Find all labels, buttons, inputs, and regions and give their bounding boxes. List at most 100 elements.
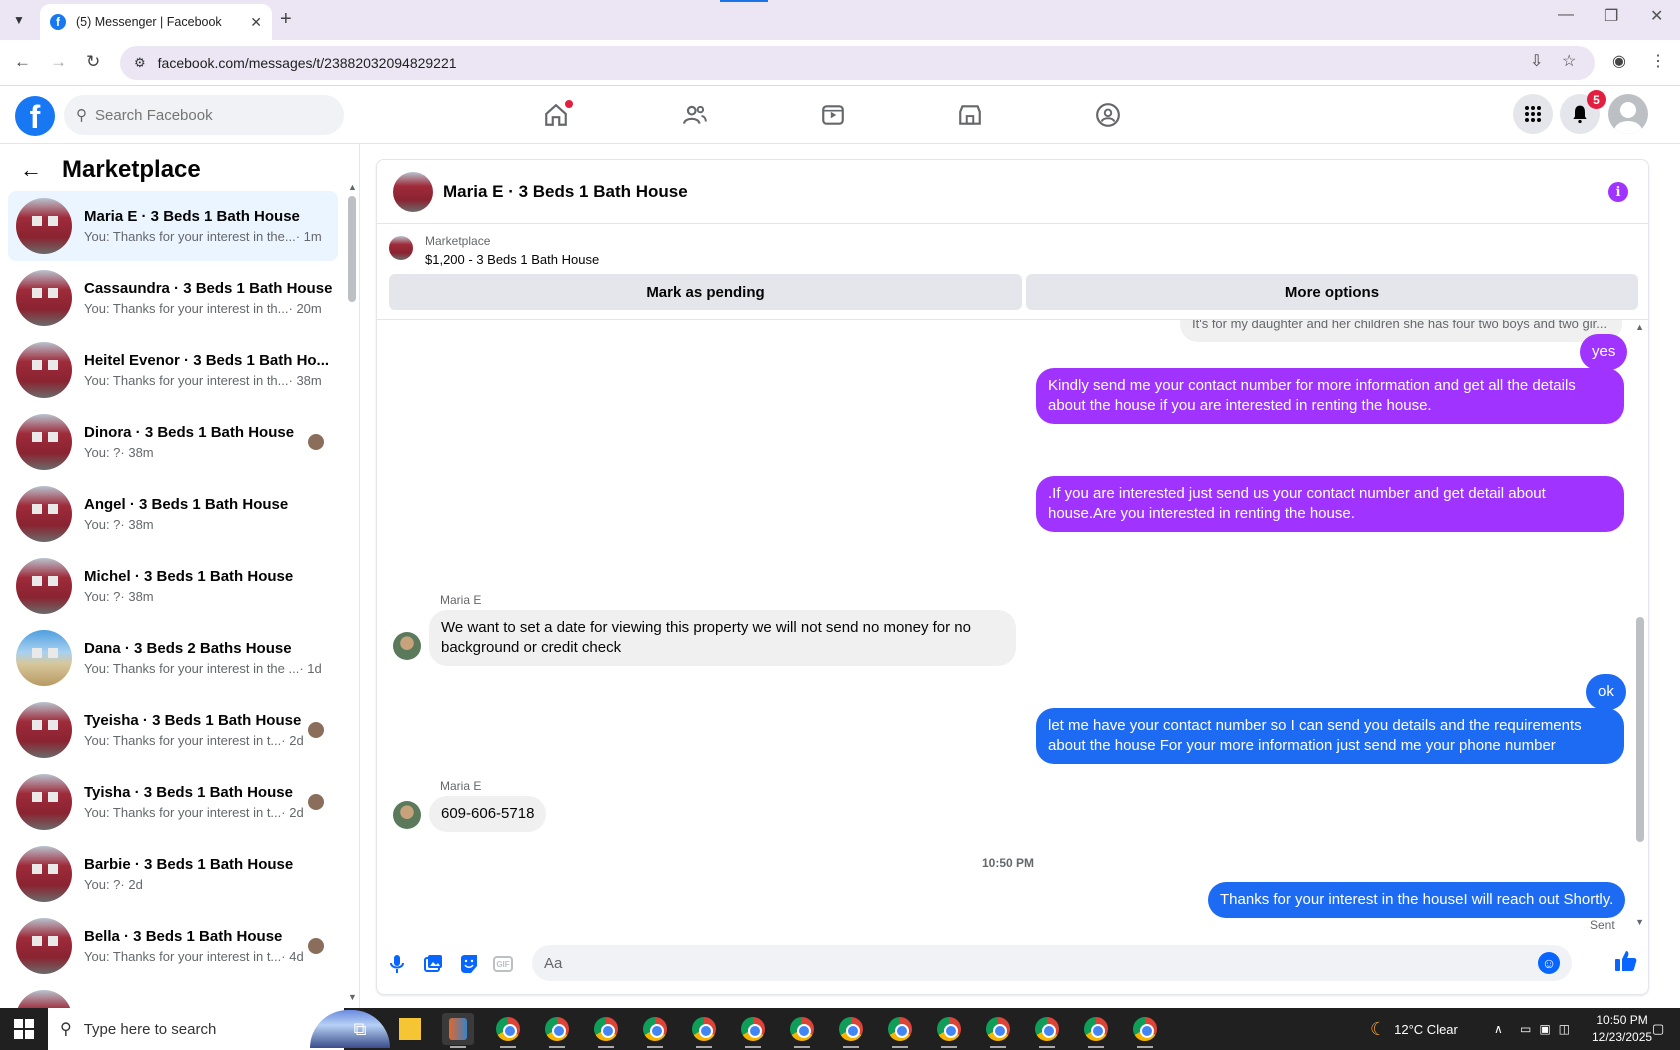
address-bar[interactable]: ⚙ facebook.com/messages/t/23882032094829… xyxy=(120,46,1595,80)
menu-grid-button[interactable] xyxy=(1513,94,1553,134)
left-scrollbar[interactable] xyxy=(348,196,356,302)
browser-tab-messenger[interactable]: f (5) Messenger | Facebook ✕ xyxy=(40,4,272,40)
listing-avatar[interactable] xyxy=(393,171,433,212)
chrome-window-icon[interactable] xyxy=(1129,1013,1161,1048)
info-icon[interactable]: i xyxy=(1608,182,1628,202)
message-input[interactable] xyxy=(544,954,1444,972)
conversation-item[interactable]: Heitel Evenor · 3 Beds 1 Bath Ho... You: … xyxy=(8,335,338,405)
conversation-item[interactable]: Maria E · 3 Beds 1 Bath House You: Thanks… xyxy=(8,191,338,261)
gif-icon[interactable]: GIF xyxy=(493,956,513,972)
sticker-icon[interactable] xyxy=(458,953,480,975)
chrome-window-icon[interactable] xyxy=(639,1013,671,1048)
marketplace-icon[interactable] xyxy=(955,100,985,130)
friends-icon[interactable] xyxy=(680,100,710,130)
back-arrow-icon[interactable]: ← xyxy=(14,52,31,72)
windows-start-icon[interactable] xyxy=(14,1019,34,1039)
open-app-indicator xyxy=(647,1046,663,1048)
chrome-window-icon[interactable] xyxy=(835,1013,867,1048)
chrome-window-icon[interactable] xyxy=(1031,1013,1063,1048)
weather-widget[interactable]: ☾ 12°C Clear xyxy=(1370,1008,1458,1050)
conversation-item[interactable]: Barbie · 3 Beds 1 Bath House You: ?· 2d xyxy=(8,839,338,909)
thumbs-up-like-icon[interactable] xyxy=(1614,949,1638,980)
conversation-name: Angel · 3 Beds 1 Bath House xyxy=(84,496,289,513)
restore-button[interactable]: ❐ xyxy=(1604,6,1618,26)
open-app-indicator xyxy=(1088,1046,1104,1048)
chrome-window-icon[interactable] xyxy=(541,1013,573,1048)
tab-search-chevron-icon[interactable]: ▼ xyxy=(8,9,30,31)
conversation-item[interactable]: Tyisha · 3 Beds 1 Bath House You: Thanks … xyxy=(8,767,338,837)
conversation-item[interactable]: Dana · 3 Beds 2 Baths House You: Thanks f… xyxy=(8,623,338,693)
photo-icon[interactable] xyxy=(422,953,444,975)
conversation-item[interactable]: Tyeisha · 3 Beds 1 Bath House You: Thanks… xyxy=(8,695,338,765)
conversation-name: Cassaundra · 3 Beds 1 Bath House xyxy=(84,280,333,297)
chat-title[interactable]: Maria E · 3 Beds 1 Bath House xyxy=(443,182,688,202)
contact-avatar[interactable] xyxy=(393,632,421,660)
conversation-item[interactable]: Cassaundra · 3 Beds 1 Bath House You: Tha… xyxy=(8,263,338,333)
profile-icon[interactable]: ◉ xyxy=(1612,51,1626,71)
show-hidden-icons-chevron-icon[interactable]: ∧ xyxy=(1494,1008,1503,1050)
facebook-search-input[interactable] xyxy=(95,106,315,124)
facebook-logo-icon[interactable]: f xyxy=(15,96,55,136)
minimize-button[interactable]: — xyxy=(1558,6,1574,24)
listing-price[interactable]: $1,200 - 3 Beds 1 Bath House xyxy=(425,252,599,267)
chrome-window-icon[interactable] xyxy=(1080,1013,1112,1048)
back-arrow-icon[interactable]: ← xyxy=(20,157,42,183)
chrome-window-icon[interactable] xyxy=(982,1013,1014,1048)
message-outgoing: ok xyxy=(1586,674,1626,710)
taskbar-clock[interactable]: 10:50 PM 12/23/2025 xyxy=(1592,1012,1652,1046)
tray-icons[interactable]: ▭▣◫ xyxy=(1520,1008,1578,1050)
scroll-up-arrow-icon[interactable]: ▲ xyxy=(348,182,357,192)
preview-text: You: Thanks for your interest in t... xyxy=(84,949,282,964)
install-app-icon[interactable]: ⇩ xyxy=(1530,51,1543,71)
facebook-search-box[interactable]: ⚲ xyxy=(64,95,344,135)
messages-scrollbar[interactable] xyxy=(1636,617,1644,842)
more-options-button[interactable]: More options xyxy=(1026,274,1638,310)
conversation-preview: You: Thanks for your interest in t...· 4… xyxy=(84,949,308,964)
sender-name: Maria E xyxy=(440,593,482,607)
chrome-window-icon[interactable] xyxy=(688,1013,720,1048)
scroll-up-arrow-icon[interactable]: ▲ xyxy=(1635,322,1644,332)
preview-text: You: Thanks for your interest in the ... xyxy=(84,661,300,676)
conversation-preview: You: ?· 38m xyxy=(84,445,308,460)
microphone-icon[interactable] xyxy=(386,953,408,975)
conversation-item[interactable]: Dejah · 3 Beds 1 Bath House xyxy=(8,983,338,1008)
chrome-window-icon[interactable] xyxy=(933,1013,965,1048)
chrome-window-icon[interactable] xyxy=(492,1013,524,1048)
taskbar-search-box[interactable]: ⚲ Type here to search xyxy=(48,1008,390,1050)
groups-icon[interactable] xyxy=(1093,100,1123,130)
conversation-item[interactable]: Angel · 3 Beds 1 Bath House You: ?· 38m xyxy=(8,479,338,549)
bookmark-star-icon[interactable]: ☆ xyxy=(1562,51,1576,71)
pinned-app-icon[interactable] xyxy=(442,1013,474,1048)
forward-arrow-icon[interactable]: → xyxy=(50,52,67,72)
message-outgoing: Kindly send me your contact number for m… xyxy=(1036,368,1624,424)
conversation-item[interactable]: Dinora · 3 Beds 1 Bath House You: ?· 38m xyxy=(8,407,338,477)
scroll-down-arrow-icon[interactable]: ▼ xyxy=(348,992,357,1002)
emoji-icon[interactable]: ☺ xyxy=(1538,952,1560,974)
account-avatar[interactable] xyxy=(1608,94,1648,134)
conversation-item[interactable]: Bella · 3 Beds 1 Bath House You: Thanks f… xyxy=(8,911,338,981)
site-info-icon[interactable]: ⚙ xyxy=(134,55,146,71)
conversation-time: · 38m xyxy=(120,517,154,532)
video-icon[interactable] xyxy=(818,100,848,130)
chrome-window-icon[interactable] xyxy=(737,1013,769,1048)
chrome-window-icon[interactable] xyxy=(590,1013,622,1048)
close-tab-icon[interactable]: ✕ xyxy=(250,14,262,31)
chrome-window-icon[interactable] xyxy=(786,1013,818,1048)
conversation-item[interactable]: Michel · 3 Beds 1 Bath House You: ?· 38m xyxy=(8,551,338,621)
sticky-notes-icon[interactable] xyxy=(394,1013,426,1045)
new-tab-button[interactable]: + xyxy=(280,8,292,31)
listing-thumbnail[interactable] xyxy=(389,236,413,260)
notification-center-icon[interactable]: ▢ xyxy=(1652,1008,1664,1050)
browser-menu-icon[interactable]: ⋮ xyxy=(1650,51,1666,71)
close-window-button[interactable]: ✕ xyxy=(1650,6,1663,26)
conversation-preview: You: Thanks for your interest in th...· … xyxy=(84,373,338,388)
message-input-box[interactable]: ☺ xyxy=(532,945,1572,981)
chrome-icon xyxy=(888,1017,912,1041)
mark-as-pending-button[interactable]: Mark as pending xyxy=(389,274,1022,310)
reload-icon[interactable]: ↻ xyxy=(86,52,100,72)
scroll-down-arrow-icon[interactable]: ▼ xyxy=(1635,917,1644,927)
task-view-icon[interactable]: ⧉ xyxy=(344,1013,376,1045)
contact-avatar[interactable] xyxy=(393,801,421,829)
chrome-window-icon[interactable] xyxy=(884,1013,916,1048)
open-app-indicator xyxy=(990,1046,1006,1048)
